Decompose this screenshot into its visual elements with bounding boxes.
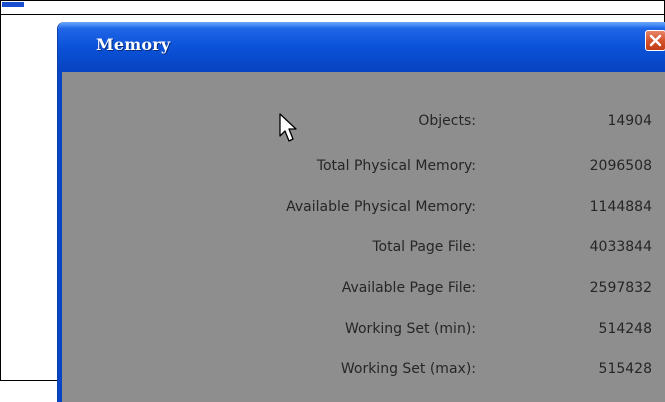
stat-row-objects: Objects: 14904 <box>62 113 665 137</box>
close-button[interactable] <box>645 30 665 51</box>
stat-label: Total Physical Memory: <box>316 158 476 174</box>
stat-row-available-physical-memory: Available Physical Memory: 1144884 <box>62 199 665 223</box>
titlebar-highlight <box>58 22 665 28</box>
stat-row-total-physical-memory: Total Physical Memory: 2096508 <box>62 158 665 182</box>
stat-value: 514248 <box>598 321 652 337</box>
memory-stats-panel: Objects: 14904 Total Physical Memory: 20… <box>58 68 665 402</box>
frame-divider <box>1 14 664 15</box>
arrow-cursor-icon <box>279 113 297 142</box>
stat-label: Available Page File: <box>341 280 476 296</box>
stat-value: 2096508 <box>589 158 652 174</box>
window-titlebar[interactable]: Memory <box>58 22 665 68</box>
stat-label: Total Page File: <box>372 239 476 255</box>
stat-row-available-page-file: Available Page File: 2597832 <box>62 280 665 304</box>
close-icon <box>649 34 662 47</box>
taskbar-strip <box>2 2 24 7</box>
stat-row-working-set-max: Working Set (max): 515428 <box>62 361 665 385</box>
stat-value: 1144884 <box>589 199 652 215</box>
stat-label: Available Physical Memory: <box>286 199 476 215</box>
stat-value: 515428 <box>598 361 652 377</box>
window-title: Memory <box>96 35 171 54</box>
memory-window: Memory Objects: 14904 Total Physical Mem… <box>58 22 665 402</box>
stat-label: Working Set (min): <box>344 321 476 337</box>
stat-label: Working Set (max): <box>340 361 476 377</box>
stat-row-total-page-file: Total Page File: 4033844 <box>62 239 665 263</box>
stat-value: 2597832 <box>589 280 652 296</box>
stat-value: 14904 <box>607 113 652 129</box>
panel-top-border <box>62 68 665 72</box>
stat-row-working-set-min: Working Set (min): 514248 <box>62 321 665 345</box>
stat-label: Objects: <box>418 113 476 129</box>
stat-value: 4033844 <box>589 239 652 255</box>
